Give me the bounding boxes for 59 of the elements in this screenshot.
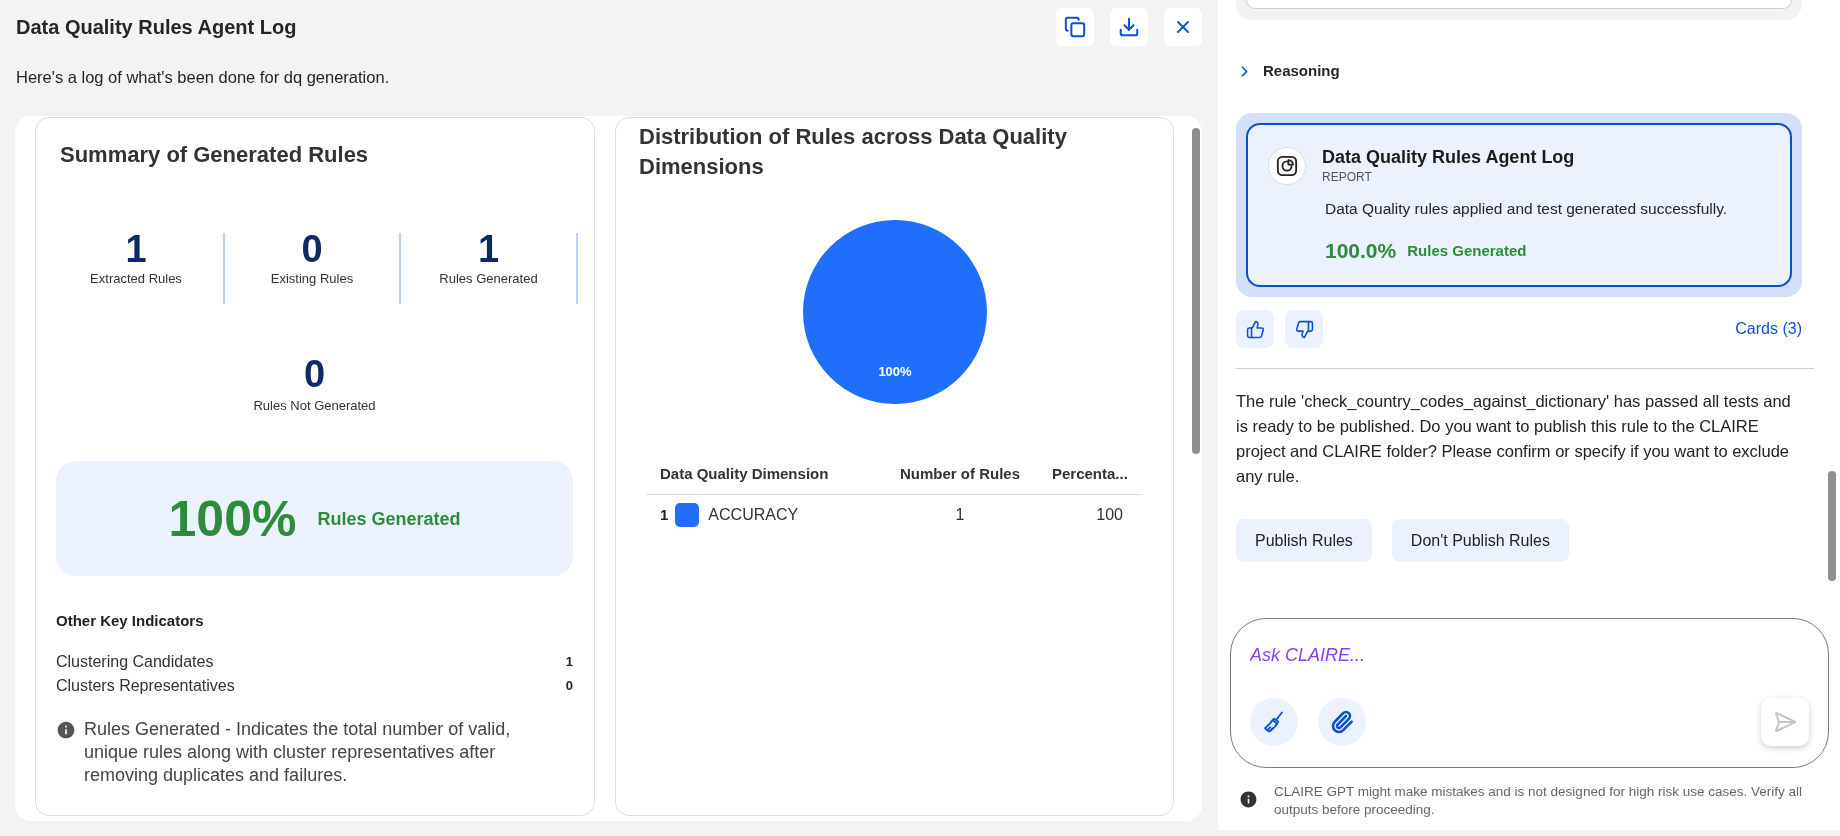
page-title: Data Quality Rules Agent Log (16, 15, 297, 40)
download-icon (1118, 16, 1140, 38)
report-type: REPORT (1322, 169, 1372, 185)
reasoning-toggle[interactable]: Reasoning (1236, 61, 1340, 81)
column-header: Data Quality Dimension (659, 464, 830, 485)
thumbs-up-button[interactable] (1236, 310, 1274, 348)
copy-button[interactable] (1056, 8, 1094, 46)
indicator-label: Clustering Candidates (56, 652, 214, 672)
page-subtitle: Here's a log of what's been done for dq generation. (15, 67, 390, 87)
highlight-label: Rules Generated (317, 507, 461, 531)
stat-label: Extracted Rules (90, 270, 182, 288)
stat-value: 1 (125, 233, 147, 265)
section-title: Other Key Indicators (56, 611, 205, 631)
clear-button[interactable] (1250, 698, 1298, 746)
action-button[interactable]: Don't Publish Rules (1391, 519, 1569, 562)
card-title: Summary of Generated Rules (59, 141, 370, 169)
indicator-value: 0 (565, 677, 573, 695)
table-cell-text: 1 (954, 505, 966, 525)
report-percent-label: Rules Generated (1407, 241, 1527, 261)
action-button[interactable]: Publish Rules (1236, 519, 1372, 562)
report-card[interactable]: Data Quality Rules Agent Log REPORT Data Quality rules applied and test generated successfully. 100.0% Rules Generated (1246, 123, 1792, 287)
thumbs-down-icon (1294, 319, 1314, 339)
close-button[interactable] (1164, 8, 1202, 46)
broom-icon (1262, 710, 1286, 734)
info-icon (1239, 790, 1258, 809)
message-text: The rule 'check_country_codes_against_dictionary' has passed all tests and is ready to be published. Do you want to publish this rule to the CLAIRE project and CLAIRE folder? Please confirm or specify if you want to exclude any rule. (1236, 391, 1792, 487)
copy-icon (1064, 16, 1086, 38)
info-icon (56, 720, 76, 740)
highlight-percent: 100% (168, 493, 297, 544)
download-button[interactable] (1110, 8, 1148, 46)
info-note: Rules Generated - Indicates the total number of valid, unique rules along with cluster representatives after removing duplicates and failures. (84, 718, 512, 787)
report-description: Data Quality rules applied and test generated successfully. (1325, 199, 1728, 219)
thumbs-down-button[interactable] (1285, 310, 1323, 348)
stat-value: 1 (477, 233, 500, 265)
stat-label: Rules Generated (439, 270, 538, 288)
thumbs-up-icon (1245, 319, 1265, 339)
column-header: Number of Rules (899, 464, 1021, 485)
row-number: 1 (660, 504, 669, 525)
report-percent: 100.0% (1325, 238, 1397, 264)
cards-link[interactable]: Cards (3) (1735, 317, 1802, 341)
column-header: Percenta... (1051, 464, 1129, 485)
attach-button[interactable] (1318, 698, 1366, 746)
indicator-value: 1 (565, 653, 573, 671)
report-title: Data Quality Rules Agent Log (1322, 146, 1575, 169)
table-cell-text: ACCURACY (708, 505, 799, 525)
table-cell-text: 100 (1095, 505, 1124, 525)
scrollbar-thumb[interactable] (1192, 128, 1200, 454)
stat-label: Rules Not Generated (253, 397, 376, 415)
disclaimer-text: CLAIRE GPT might make mistakes and is not designed for high risk use cases. Verify all outputs before proceeding. (1274, 783, 1803, 819)
stat-value: 0 (301, 233, 323, 265)
send-icon (1773, 710, 1797, 734)
paperclip-icon (1330, 710, 1354, 734)
card-title: Distribution of Rules across Data Quality Dimensions (638, 123, 1068, 181)
stat-label: Existing Rules (270, 270, 354, 288)
indicator-label: Clusters Representatives (56, 676, 235, 696)
scrollbar-thumb[interactable] (1828, 471, 1836, 581)
stat-value: 0 (303, 358, 326, 390)
slice-label: 100% (877, 364, 912, 380)
report-chart-icon (1276, 155, 1298, 177)
